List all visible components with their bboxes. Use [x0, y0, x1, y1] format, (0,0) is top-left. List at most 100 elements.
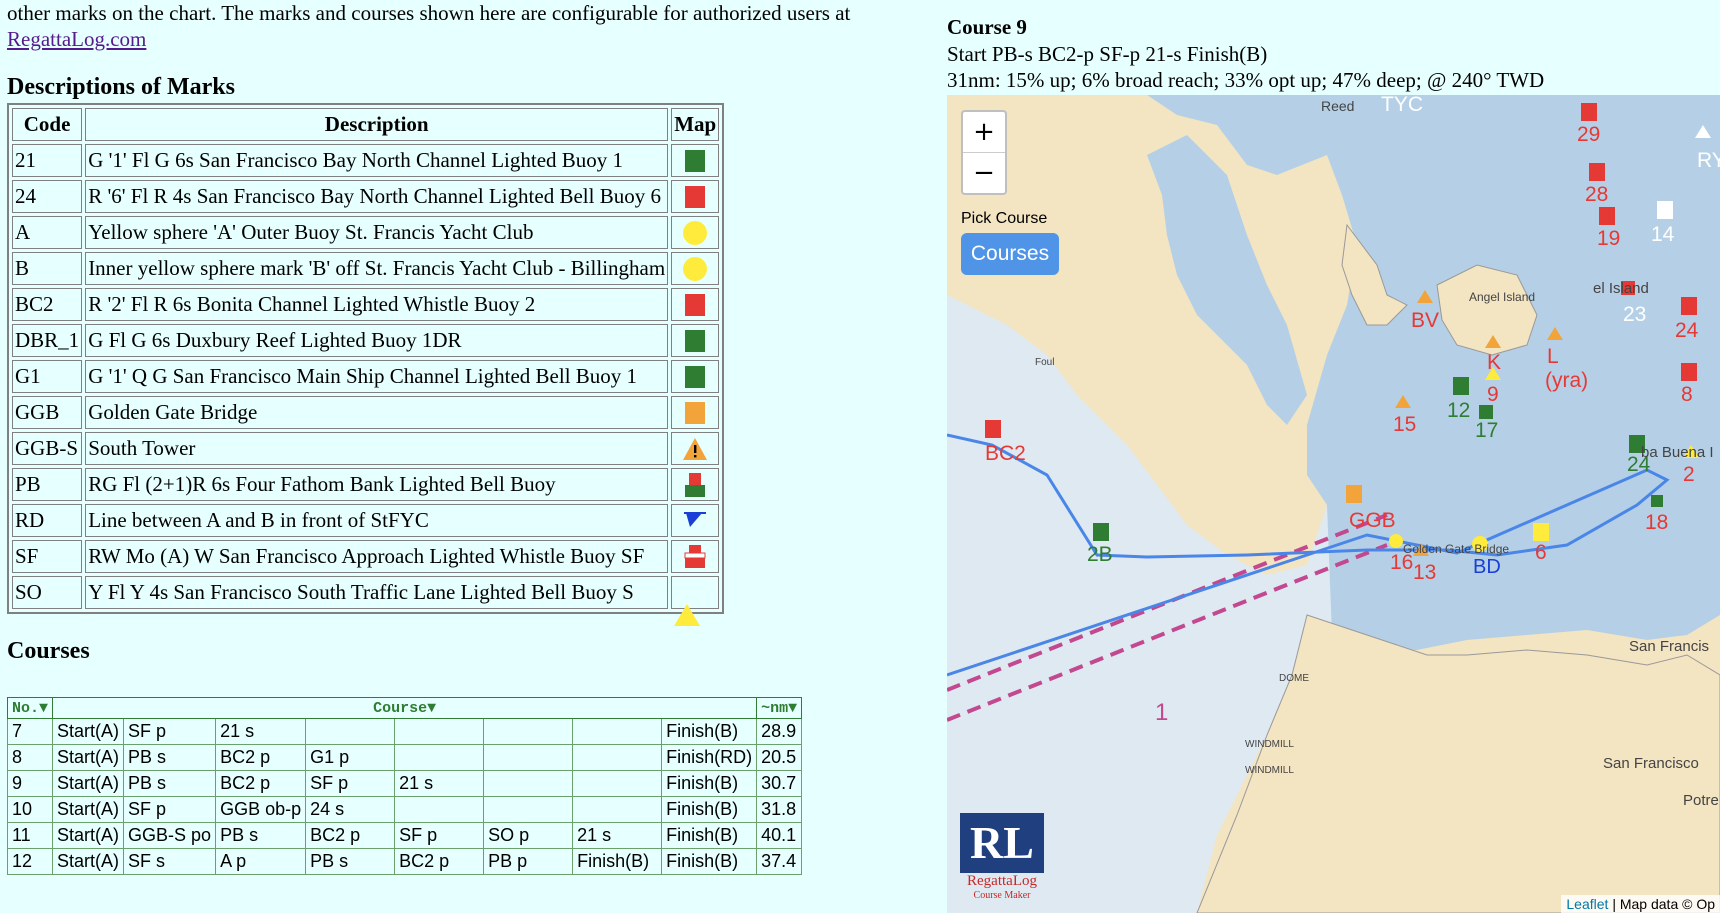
label-ggb: GGB	[1349, 509, 1396, 532]
mark-bc2	[985, 420, 1001, 438]
table-row: 21 G '1' Fl G 6s San Francisco Bay North …	[12, 144, 720, 177]
course-leg: GGB-S po	[123, 822, 217, 849]
course-distance: 28.9	[756, 718, 803, 745]
table-row[interactable]: 11 Start(A) GGB-S po PB s BC2 p SF p SO p 21 sF…	[6, 822, 803, 849]
course-leg: BC2 p	[394, 848, 485, 875]
mark-18	[1651, 495, 1663, 507]
course-leg: 24 s	[305, 796, 396, 823]
label-23: 23	[1623, 303, 1646, 326]
mark-8	[1681, 363, 1697, 381]
label-28: 28	[1585, 183, 1608, 206]
course-distance: 20.5	[756, 744, 803, 771]
zoom-in-button[interactable]: +	[963, 112, 1005, 152]
mark-29	[1581, 103, 1597, 121]
course-leg	[394, 744, 485, 771]
label-windmill: WINDMILL	[1245, 739, 1294, 750]
mark-code: G1	[12, 360, 83, 393]
sort-number-header[interactable]: No.▼	[6, 697, 54, 719]
mark-2b	[1093, 523, 1109, 541]
course-leg	[394, 796, 485, 823]
green-square-icon	[685, 365, 706, 388]
water-marin	[1147, 135, 1307, 425]
mark-description: Y Fl Y 4s San Francisco South Traffic La…	[85, 576, 669, 609]
course-leg: PB p	[483, 848, 574, 875]
mark-ggb	[1346, 485, 1362, 503]
map-attribution: Leaflet | Map data © Op	[1561, 895, 1720, 913]
label-12: 12	[1447, 399, 1470, 422]
green-square-icon	[685, 149, 706, 172]
table-row: GGB-S South Tower	[12, 432, 720, 465]
course-leg: BC2 p	[215, 744, 307, 771]
course-leg	[305, 718, 396, 745]
green-square-icon	[685, 329, 706, 352]
blue-flag-icon	[684, 511, 707, 527]
table-row[interactable]: 9 Start(A) PB s BC2 p SF p 21 s Finish(B) 30.7	[6, 770, 803, 797]
label-bv: BV	[1411, 309, 1439, 332]
leaflet-link[interactable]: Leaflet	[1566, 896, 1608, 912]
table-row[interactable]: 12 Start(A) SF sA p PB s BC2 p PB p Finish(B) F…	[6, 848, 803, 875]
table-row: SF RW Mo (A) W San Francisco Approach Lig…	[12, 540, 720, 573]
label-2: 2	[1683, 463, 1695, 486]
mark-description: R '6' Fl R 4s San Francisco Bay North Ch…	[85, 180, 669, 213]
mark-description: Inner yellow sphere mark 'B' off St. Fra…	[85, 252, 669, 285]
label-24: 24	[1675, 319, 1699, 342]
label-14: 14	[1651, 223, 1675, 246]
table-row[interactable]: 7 Start(A) SF p 21 s Finish(B) 28.9	[6, 718, 803, 745]
course-leg: SF p	[123, 796, 217, 823]
label-foul: Foul	[1035, 357, 1054, 368]
course-leg: Start(A)	[52, 744, 125, 771]
label-golden-gate: Golden Gate Bridge	[1403, 542, 1509, 556]
table-row: PB RG Fl (2+1)R 6s Four Fathom Bank Light…	[12, 468, 720, 501]
course-leg	[572, 718, 663, 745]
label-13: 13	[1413, 561, 1436, 584]
sort-course-header[interactable]: Course▼	[52, 697, 758, 719]
course-leg: SF p	[123, 718, 217, 745]
label-15: 15	[1393, 413, 1416, 436]
table-row: BC2 R '2' Fl R 6s Bonita Channel Lighted …	[12, 288, 720, 321]
label-el-island: el Island	[1593, 280, 1649, 297]
orange-square-icon	[685, 401, 706, 424]
course-leg: SF p	[305, 770, 396, 797]
course-leg: PB s	[215, 822, 307, 849]
mark-description: Yellow sphere 'A' Outer Buoy St. Francis…	[85, 216, 669, 249]
label-san-francisco: San Francis	[1629, 638, 1709, 655]
zoom-out-button[interactable]: −	[963, 152, 1005, 193]
course-leg: PB s	[305, 848, 396, 875]
mark-description: RW Mo (A) W San Francisco Approach Light…	[85, 540, 669, 573]
mark-code: SO	[12, 576, 83, 609]
course-leg: SF s	[123, 848, 217, 875]
regattalog-link[interactable]: RegattaLog.com	[7, 27, 146, 51]
mark-code: BC2	[12, 288, 83, 321]
red-green-buoy-icon	[685, 472, 706, 497]
table-row[interactable]: 8 Start(A) PB s BC2 p G1 p Finish(RD) 20.5	[6, 744, 803, 771]
mark-code: PB	[12, 468, 83, 501]
course-stats: 31nm: 15% up; 6% broad reach; 33% opt up…	[947, 68, 1545, 92]
pick-course-label: Pick Course	[961, 210, 1048, 227]
label-6: 6	[1535, 541, 1547, 564]
table-row[interactable]: 10 Start(A) SF p GGB ob-p 24 s Finish(B) 31.8	[6, 796, 803, 823]
sort-nm-header[interactable]: ~nm▼	[756, 697, 803, 719]
table-row: SO Y Fl Y 4s San Francisco South Traffic …	[12, 576, 720, 626]
label-angel-island: Angel Island	[1469, 290, 1535, 304]
course-leg: Finish(B)	[661, 822, 758, 849]
course-leg: PB s	[123, 770, 217, 797]
course-distance: 40.1	[756, 822, 803, 849]
course-leg: Start(A)	[52, 770, 125, 797]
label-lane-number: 1	[1155, 699, 1168, 726]
logo-mark: RL	[960, 813, 1044, 873]
label-dome: DOME	[1279, 673, 1309, 684]
courses-button[interactable]: Courses	[961, 233, 1059, 275]
course-leg	[572, 744, 663, 771]
course-leg	[483, 718, 574, 745]
warning-triangle-icon	[683, 437, 708, 460]
zoom-control: + −	[961, 110, 1007, 195]
course-map[interactable]: 29 28 19 24 8 BV K L (yra) 9 15 BC2 GGB …	[947, 95, 1720, 913]
mark-code: B	[12, 252, 83, 285]
mark-24	[1681, 297, 1697, 315]
mark-code: GGB	[12, 396, 83, 429]
marks-header-code: Code	[12, 108, 83, 141]
course-leg: BC2 p	[305, 822, 396, 849]
table-row: A Yellow sphere 'A' Outer Buoy St. Franci…	[12, 216, 720, 249]
course-leg: Start(A)	[52, 796, 125, 823]
mark-description: South Tower	[85, 432, 669, 465]
